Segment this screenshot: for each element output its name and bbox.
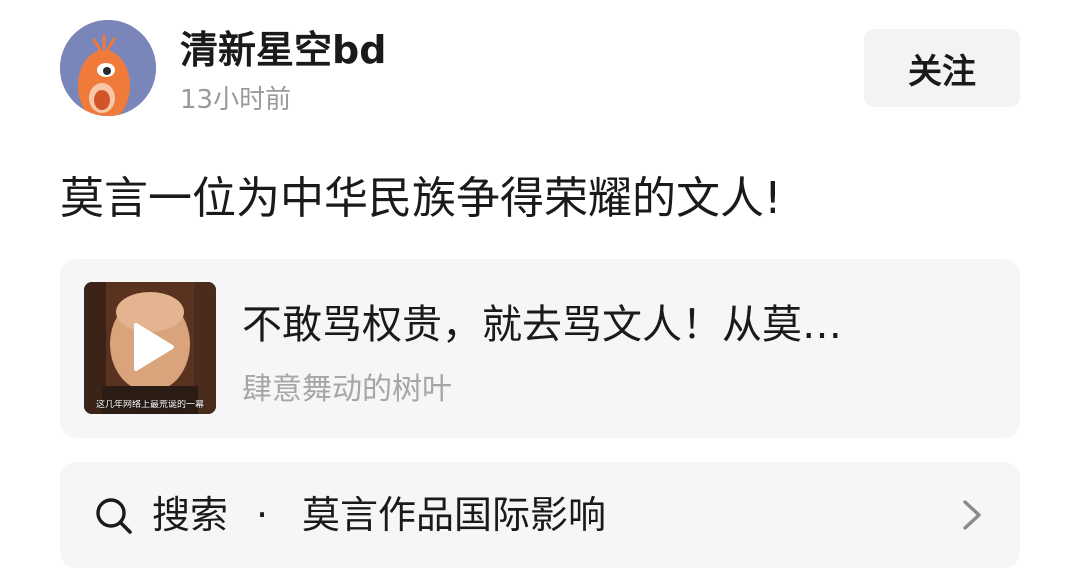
video-thumbnail[interactable]: 这几年网络上最荒诞的一幕 — [84, 282, 216, 414]
thumbnail-caption: 这几年网络上最荒诞的一幕 — [95, 400, 204, 410]
search-label: 搜索 — [152, 493, 229, 537]
author-avatar[interactable] — [60, 20, 156, 116]
video-card[interactable]: 这几年网络上最荒诞的一幕 不敢骂权贵，就去骂文人！从莫… 肆意舞动的树叶 — [60, 259, 1020, 438]
author-name[interactable]: 清新星空bd — [180, 24, 386, 76]
search-separator: · — [256, 493, 269, 537]
search-query: 莫言作品国际影响 — [302, 493, 607, 537]
post-timestamp: 13小时前 — [180, 85, 292, 115]
video-author[interactable]: 肆意舞动的树叶 — [242, 369, 452, 411]
related-search-bar[interactable]: 搜索 · 莫言作品国际影响 — [60, 462, 1020, 568]
play-icon[interactable] — [130, 322, 176, 372]
follow-button[interactable]: 关注 — [864, 29, 1020, 107]
post-text: 莫言一位为中华民族争得荣耀的文人! — [60, 173, 782, 224]
video-title[interactable]: 不敢骂权贵，就去骂文人！从莫… — [242, 297, 982, 353]
cartoon-creature-avatar-icon — [60, 20, 156, 116]
chevron-right-icon — [963, 500, 981, 530]
search-icon — [96, 498, 132, 534]
